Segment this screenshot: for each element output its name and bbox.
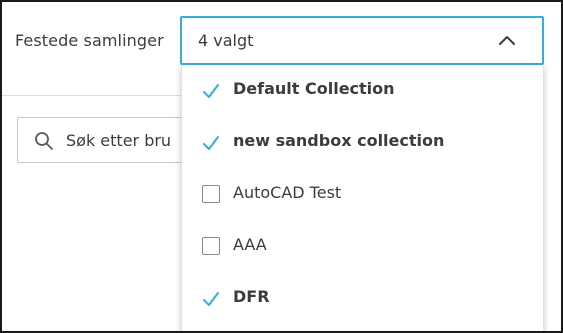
app-frame: Festede samlinger 4 valgt Default Collec… (0, 0, 563, 333)
option-aaa[interactable]: AAA (182, 221, 543, 273)
option-label: Default Collection (233, 79, 395, 98)
chevron-up-icon[interactable] (498, 32, 516, 50)
option-label: AAA (233, 235, 267, 254)
checkbox-unchecked-icon[interactable] (202, 185, 220, 203)
search-icon (35, 132, 53, 150)
option-label: new sandbox collection (233, 131, 445, 150)
select-value: 4 valgt (198, 31, 254, 50)
collections-dropdown: Default Collection new sandbox collectio… (181, 65, 544, 331)
pinned-collections-label: Festede samlinger (15, 31, 164, 50)
option-dfr[interactable]: DFR (182, 273, 543, 325)
option-autocad-test[interactable]: AutoCAD Test (182, 169, 543, 221)
option-new-sandbox-collection[interactable]: new sandbox collection (182, 117, 543, 169)
option-label: AutoCAD Test (233, 183, 342, 202)
check-icon (203, 292, 219, 306)
search-field[interactable] (17, 117, 207, 163)
check-icon (203, 136, 219, 150)
check-icon (203, 84, 219, 98)
option-label: DFR (233, 287, 270, 306)
checkbox-unchecked-icon[interactable] (202, 237, 220, 255)
pinned-collections-select[interactable]: 4 valgt (180, 16, 544, 65)
option-default-collection[interactable]: Default Collection (182, 65, 543, 117)
divider (2, 95, 182, 96)
